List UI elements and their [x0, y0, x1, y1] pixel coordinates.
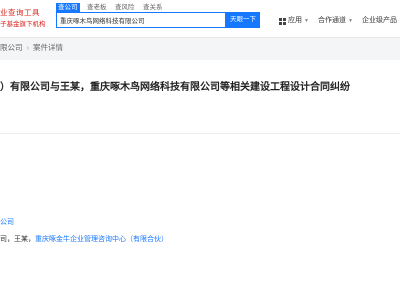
chevron-down-icon: ▼: [304, 18, 309, 24]
nav-partner[interactable]: 合作通道 ▼: [318, 15, 353, 27]
top-header: 业查询工具 子基金旗下机构 查公司 查老板 查风险 查关系 天眼一下 应用▼ 合…: [0, 0, 400, 38]
chevron-down-icon: ▼: [348, 18, 353, 24]
search-input[interactable]: [60, 13, 222, 27]
nav-apps[interactable]: 应用 ▼: [288, 15, 309, 27]
nav-enterprise[interactable]: 企业级产品: [362, 15, 397, 27]
breadcrumb-current: 案件详情: [33, 43, 63, 52]
party-link-partnership[interactable]: 重庆啄金牛企业管理咨询中心（有限合伙）: [35, 236, 168, 243]
apps-grid-icon: [279, 18, 286, 25]
logo-line2: 子基金旗下机构: [0, 21, 46, 28]
breadcrumb-parent[interactable]: 限公司: [0, 43, 23, 52]
nav-partner-label: 合作通道: [318, 17, 346, 24]
chevron-right-icon: ›: [26, 43, 30, 52]
party-list: 司，王某，重庆啄金牛企业管理咨询中心（有限合伙）: [0, 234, 168, 244]
breadcrumb: 限公司 › 案件详情: [0, 42, 63, 54]
logo-line1: 业查询工具: [0, 8, 40, 17]
divider: [0, 133, 400, 134]
search-box: [56, 12, 226, 28]
party-text: 司，王某，: [0, 236, 35, 243]
nav-apps-label: 应用: [288, 17, 302, 24]
case-title: ）有限公司与王某，重庆啄木鸟网络科技有限公司等相关建设工程设计合同纠纷: [0, 82, 350, 93]
site-logo[interactable]: 业查询工具 子基金旗下机构: [0, 7, 52, 31]
party-link[interactable]: 公司: [0, 217, 14, 227]
nav-enterprise-label: 企业级产品: [362, 17, 397, 24]
search-button[interactable]: 天眼一下: [226, 12, 260, 28]
case-detail-card: ）有限公司与王某，重庆啄木鸟网络科技有限公司等相关建设工程设计合同纠纷 公司 司…: [0, 60, 400, 300]
